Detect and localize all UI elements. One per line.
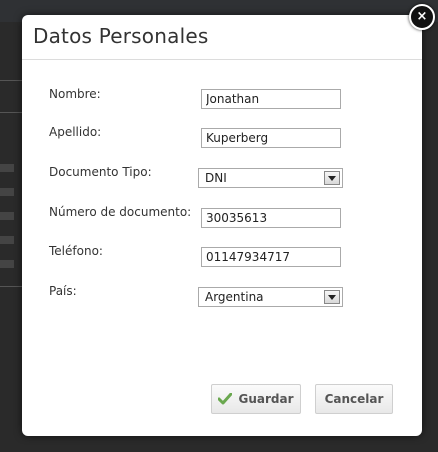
apellido-input[interactable] [201,128,341,148]
background-text [0,188,14,196]
documento-tipo-value: DNI [205,171,227,185]
documento-tipo-select[interactable]: DNI [198,168,343,188]
dropdown-arrow-icon[interactable] [324,171,340,185]
background-divider [0,112,24,113]
telefono-input[interactable] [201,247,341,267]
guardar-label: Guardar [238,392,294,406]
guardar-button[interactable]: Guardar [211,384,301,414]
documento-tipo-label: Documento Tipo: [49,165,152,179]
nombre-label: Nombre: [49,87,101,101]
pais-select[interactable]: Argentina [198,287,343,307]
pais-value: Argentina [205,290,264,304]
apellido-label: Apellido: [49,125,102,139]
close-icon[interactable]: × [409,4,435,30]
cancelar-label: Cancelar [324,392,384,406]
background-divider [0,286,24,287]
background-text [0,260,14,268]
personal-data-dialog: Datos Personales Nombre: Apellido: Docum… [22,15,422,436]
check-icon [217,392,233,405]
dropdown-arrow-icon[interactable] [324,290,340,304]
pais-label: País: [49,284,77,298]
numero-documento-input[interactable] [201,208,341,228]
nombre-input[interactable] [201,89,341,109]
dialog-title: Datos Personales [33,24,209,48]
numero-documento-label: Número de documento: [49,205,192,219]
dialog-header: Datos Personales [22,15,422,60]
telefono-label: Teléfono: [49,244,103,258]
background-text [0,212,14,220]
background-text [0,236,14,244]
background-divider [0,80,24,81]
background-text [0,164,14,172]
cancelar-button[interactable]: Cancelar [315,384,393,414]
